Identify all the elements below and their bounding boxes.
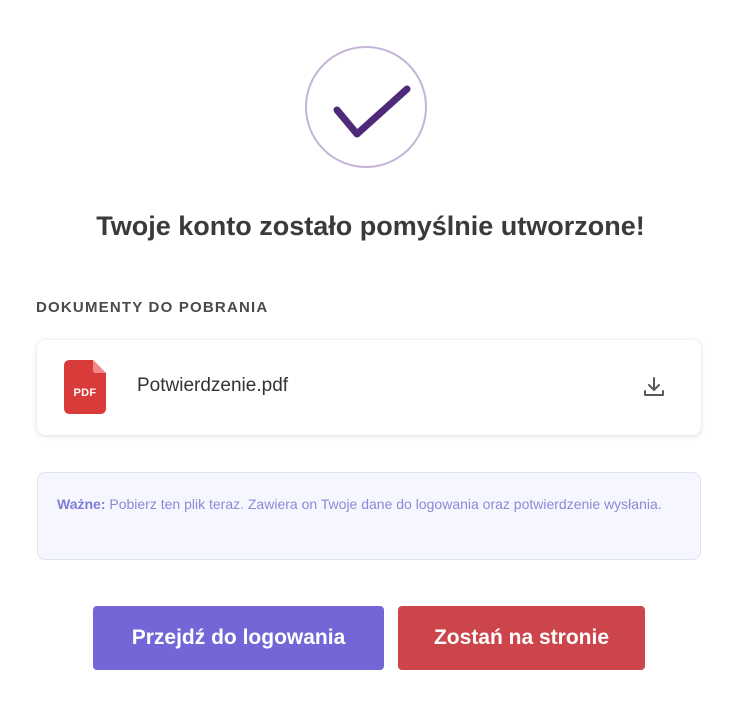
- pdf-type-tag: PDF: [73, 387, 97, 399]
- success-check-circle: [305, 46, 427, 168]
- download-icon[interactable]: [641, 374, 667, 400]
- checkmark-icon: [333, 85, 411, 138]
- notice-text: Pobierz ten plik teraz. Zawiera on Twoje…: [105, 496, 662, 512]
- stay-on-page-button[interactable]: Zostań na stronie: [398, 606, 645, 670]
- important-notice: Ważne: Pobierz ten plik teraz. Zawiera o…: [37, 472, 701, 560]
- download-button[interactable]: [641, 374, 667, 400]
- documents-section-label: DOKUMENTY DO POBRANIA: [36, 299, 269, 316]
- file-name[interactable]: Potwierdzenie.pdf: [137, 375, 288, 397]
- pdf-file-icon: PDF: [64, 360, 106, 414]
- page-title: Twoje konto zostało pomyślnie utworzone!: [96, 211, 645, 241]
- go-to-login-button[interactable]: Przejdź do logowania: [93, 606, 384, 670]
- file-card: PDF Potwierdzenie.pdf: [37, 340, 701, 435]
- notice-label: Ważne:: [57, 496, 106, 512]
